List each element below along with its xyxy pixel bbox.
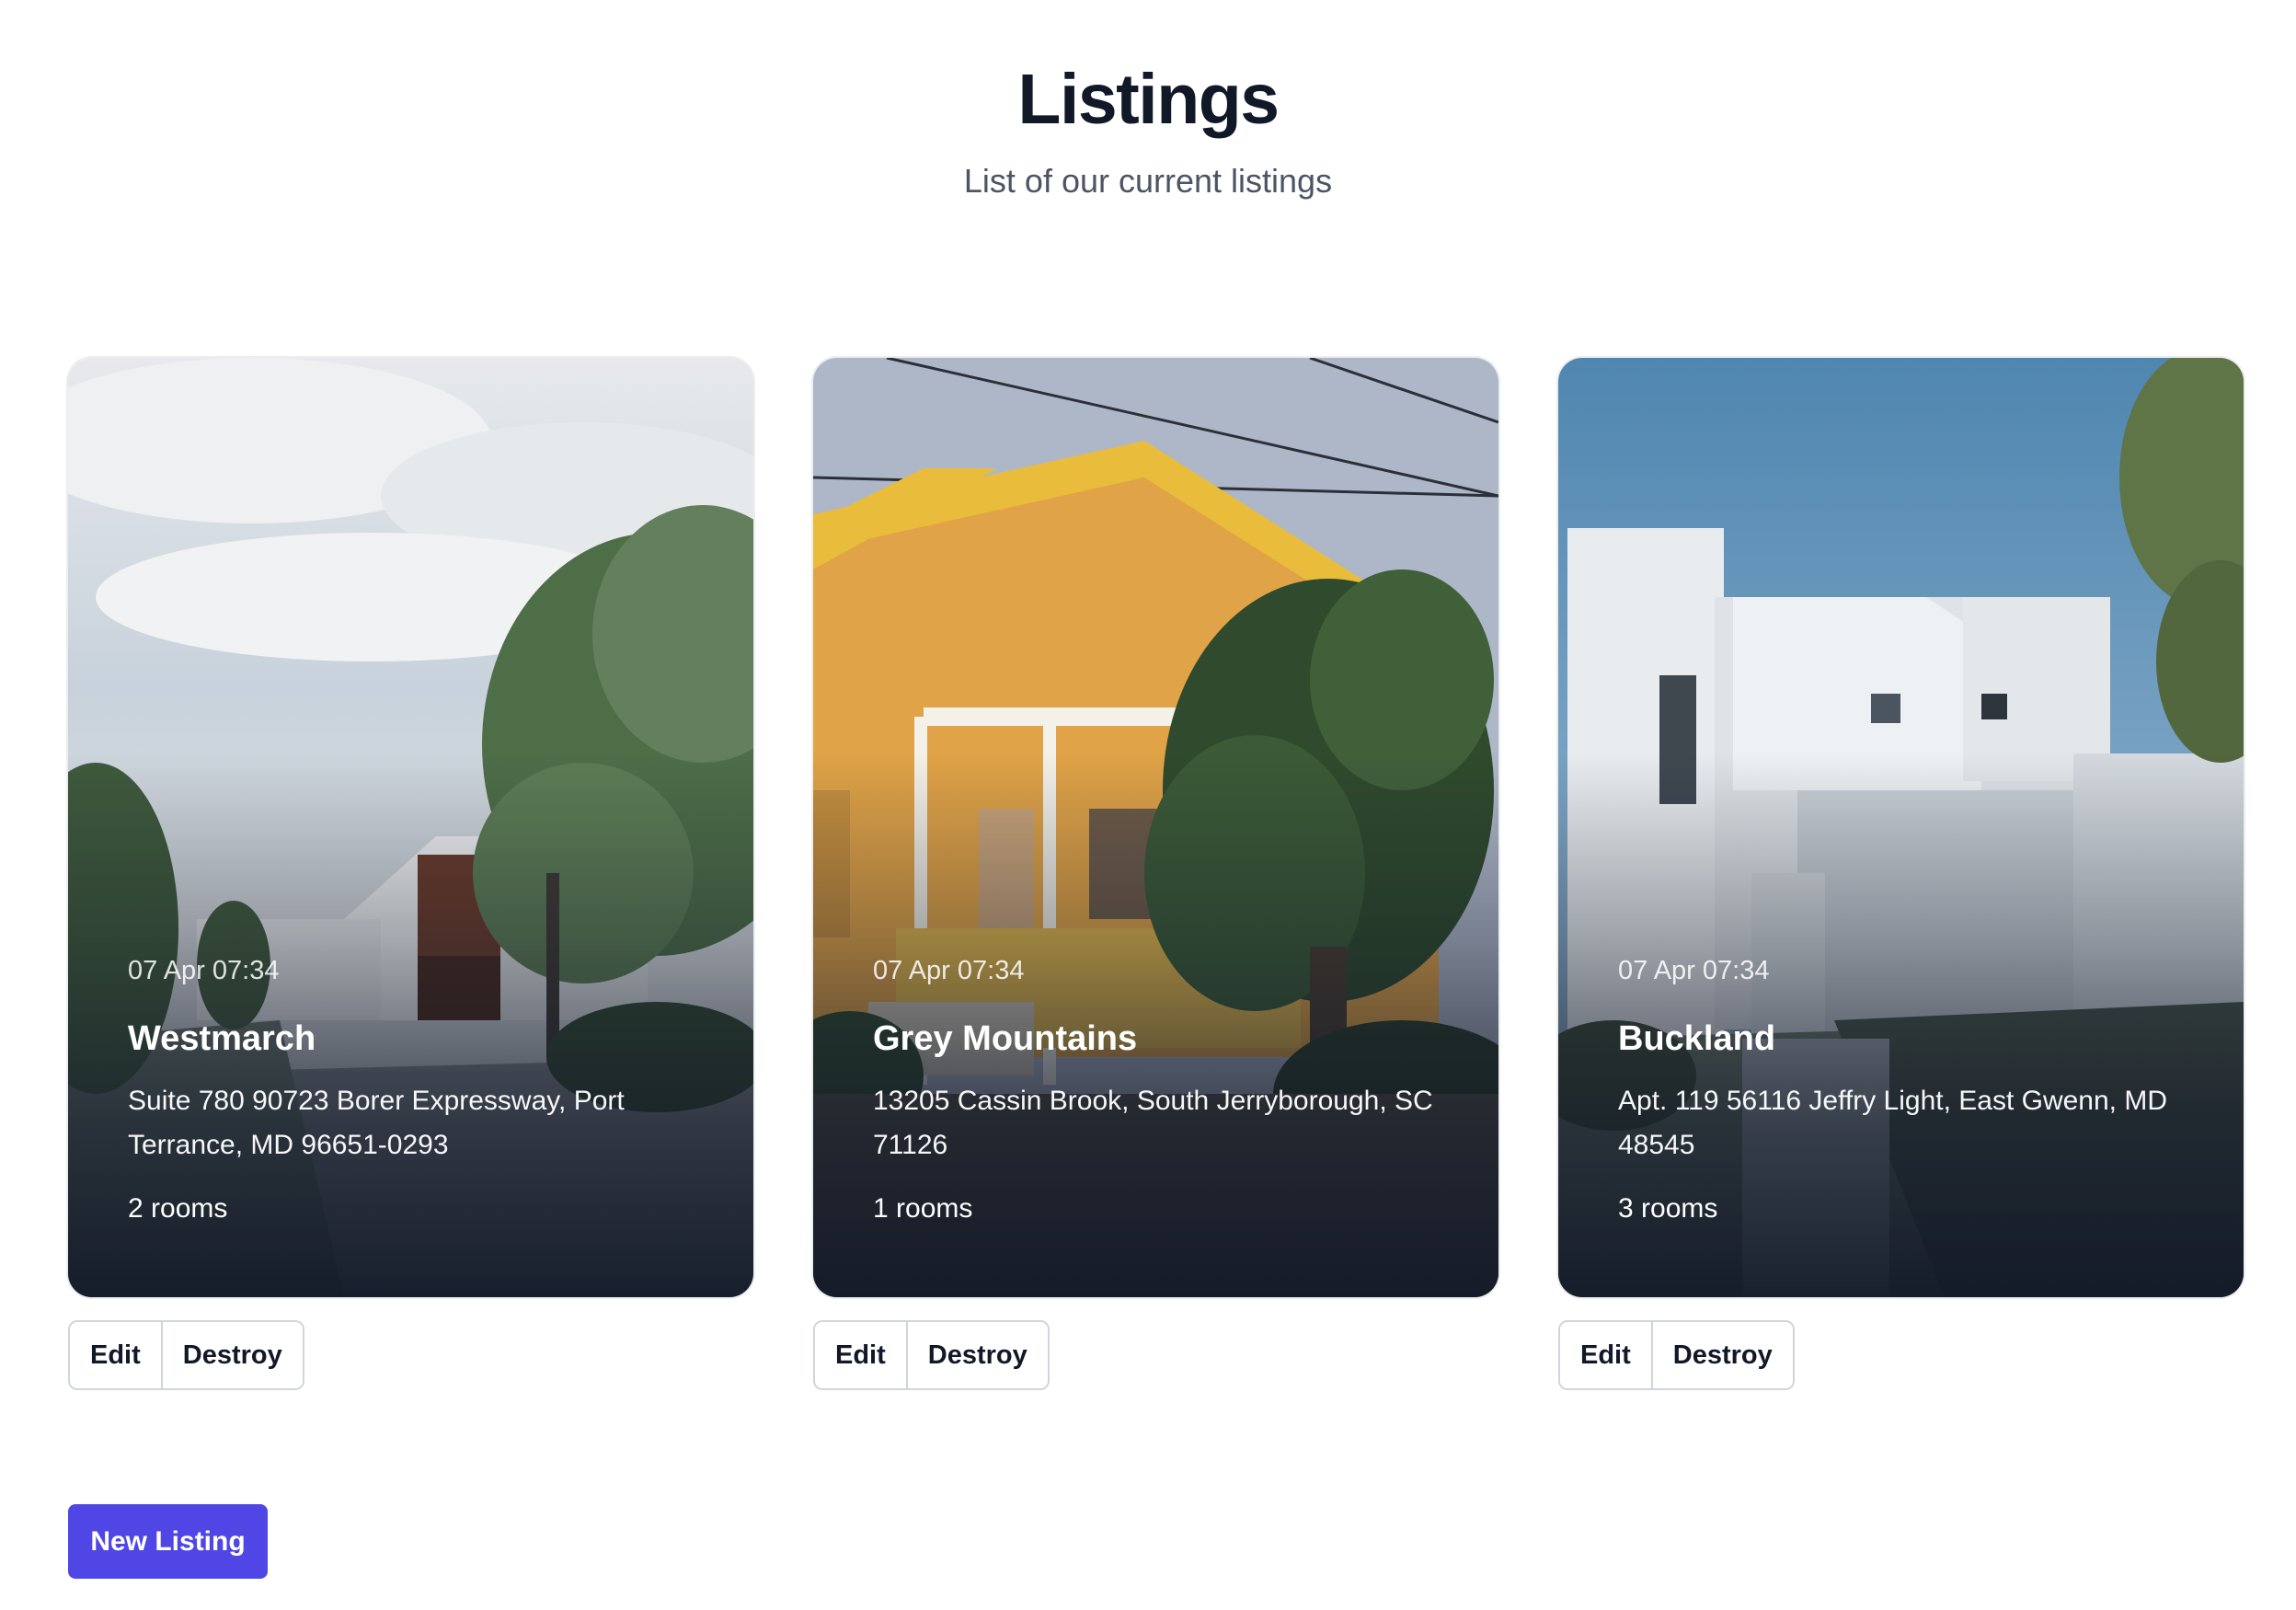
listing-name: Buckland [1618, 1019, 1776, 1058]
listing-actions: Edit Destroy [68, 1320, 304, 1390]
listing-name: Westmarch [128, 1019, 316, 1058]
destroy-button[interactable]: Destroy [1650, 1322, 1793, 1388]
listing-rooms: 2 rooms [128, 1193, 228, 1224]
listing-date: 07 Apr 07:34 [1618, 956, 1770, 985]
listing-info: 07 Apr 07:34 Grey Mountains 13205 Cassin… [873, 952, 1443, 1228]
listing-address: Apt. 119 56116 Jeffry Light, East Gwenn,… [1618, 1086, 2167, 1160]
edit-button[interactable]: Edit [1560, 1322, 1651, 1388]
listing-address: 13205 Cassin Brook, South Jerryborough, … [873, 1086, 1433, 1160]
new-listing-button[interactable]: New Listing [68, 1504, 268, 1579]
listing-actions: Edit Destroy [813, 1320, 1050, 1390]
edit-button[interactable]: Edit [815, 1322, 906, 1388]
listing-card: 07 Apr 07:34 Buckland Apt. 119 56116 Jef… [1558, 358, 2244, 1297]
page-subtitle: List of our current listings [963, 162, 1333, 200]
listing-card: 07 Apr 07:34 Westmarch Suite 780 90723 B… [68, 358, 753, 1297]
page-title: Listings [1017, 60, 1280, 139]
destroy-button[interactable]: Destroy [905, 1322, 1048, 1388]
edit-button[interactable]: Edit [70, 1322, 161, 1388]
listing-date: 07 Apr 07:34 [128, 956, 280, 985]
listing-card: 07 Apr 07:34 Grey Mountains 13205 Cassin… [813, 358, 1498, 1297]
listing-rooms: 1 rooms [873, 1193, 973, 1224]
listing-actions: Edit Destroy [1558, 1320, 1795, 1390]
listing-info: 07 Apr 07:34 Buckland Apt. 119 56116 Jef… [1618, 952, 2188, 1228]
listing-info: 07 Apr 07:34 Westmarch Suite 780 90723 B… [128, 952, 698, 1228]
listing-rooms: 3 rooms [1618, 1193, 1718, 1224]
listing-date: 07 Apr 07:34 [873, 956, 1025, 985]
listing-name: Grey Mountains [873, 1019, 1138, 1058]
destroy-button[interactable]: Destroy [160, 1322, 303, 1388]
listing-address: Suite 780 90723 Borer Expressway, Port T… [128, 1086, 625, 1160]
